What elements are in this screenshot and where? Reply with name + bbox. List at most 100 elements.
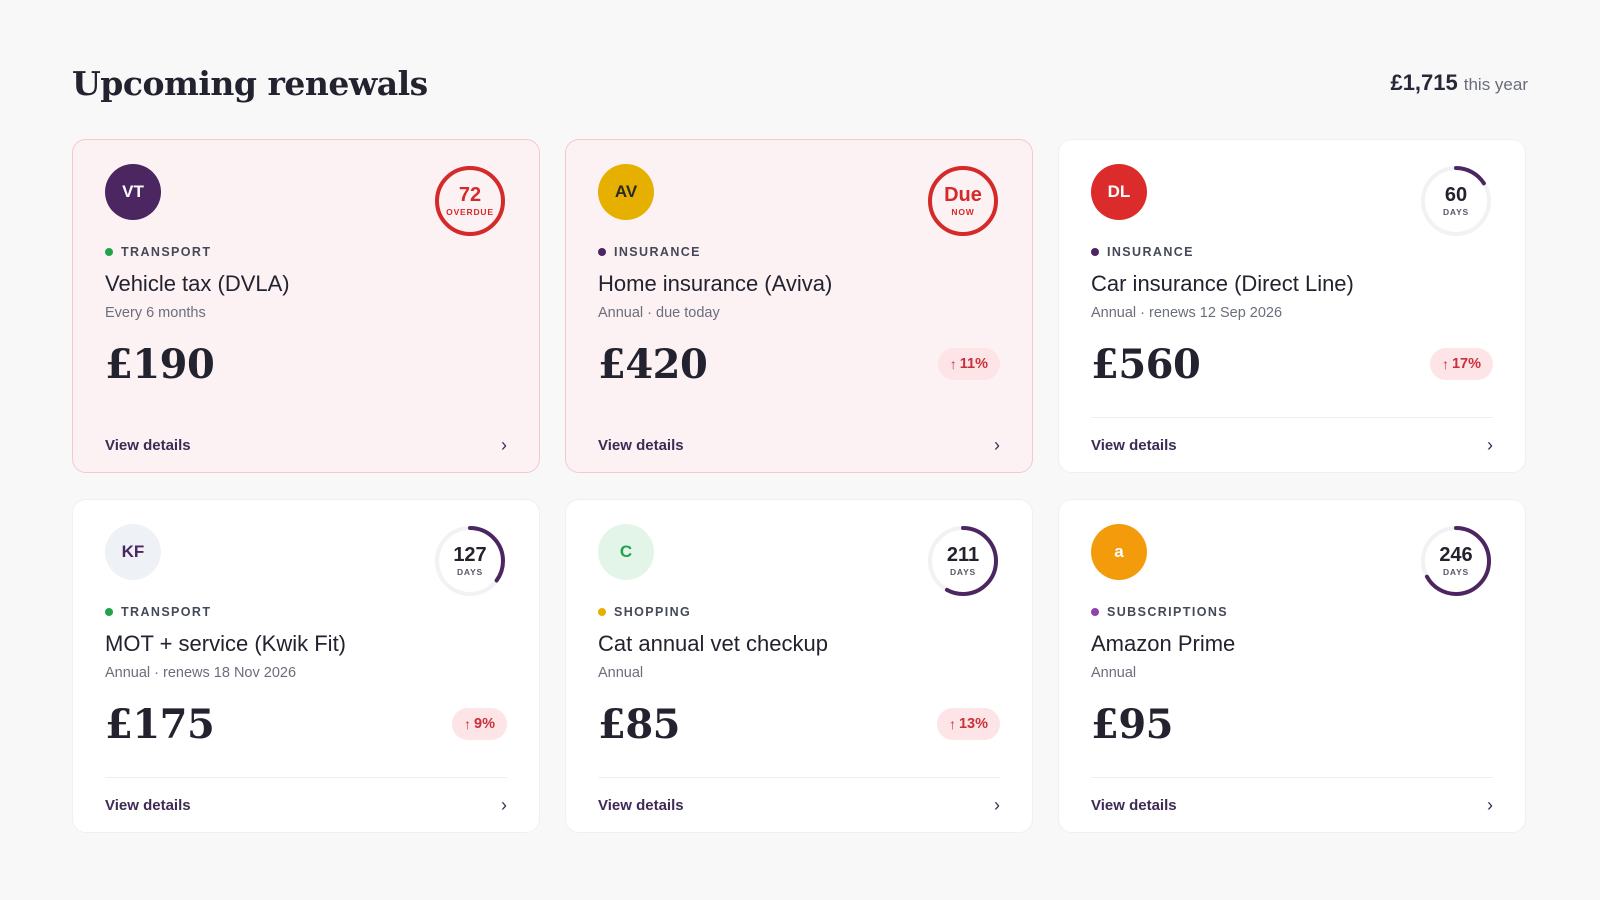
view-details-label: View details	[105, 436, 191, 454]
renewal-card[interactable]: DL 60 DAYS INSURANCE Car insurance (Dire…	[1058, 139, 1526, 473]
days-ring: Due NOW	[926, 164, 1000, 238]
view-details-link[interactable]: View details ›	[1091, 417, 1493, 472]
ring-number: 211	[946, 544, 980, 566]
price-change-badge: ↑ 17%	[1429, 348, 1493, 380]
renewals-page: Upcoming renewals £1,715 this year VT 72…	[0, 0, 1600, 900]
ring-unit: DAYS	[456, 567, 484, 577]
arrow-up-icon: ↑	[1441, 356, 1449, 372]
category-text: SUBSCRIPTIONS	[1107, 605, 1228, 619]
view-details-label: View details	[598, 436, 684, 454]
arrow-up-icon: ↑	[464, 716, 472, 732]
price-change-badge: ↑ 13%	[936, 708, 1000, 740]
renewal-price: £560	[1091, 340, 1201, 388]
avatar: KF	[105, 524, 161, 580]
change-value: 11%	[959, 356, 988, 372]
view-details-link[interactable]: View details ›	[105, 777, 507, 832]
avatar: C	[598, 524, 654, 580]
ring-unit: NOW	[951, 207, 975, 217]
days-ring: 246 DAYS	[1419, 524, 1493, 598]
avatar: DL	[1091, 164, 1147, 220]
renewal-price: £95	[1091, 700, 1174, 748]
ring-number: 127	[453, 544, 487, 566]
view-details-label: View details	[1091, 436, 1177, 454]
ring-unit: DAYS	[949, 567, 977, 577]
ring-unit: DAYS	[1442, 207, 1470, 217]
chevron-right-icon: ›	[1487, 434, 1493, 455]
ring-number: 60	[1444, 184, 1468, 206]
category-text: SHOPPING	[614, 605, 692, 619]
ring-unit: OVERDUE	[446, 207, 494, 217]
renewal-card[interactable]: VT 72 OVERDUE TRANSPORT Vehicle tax (DVL…	[72, 139, 540, 473]
chevron-right-icon: ›	[994, 794, 1000, 815]
category-label: SUBSCRIPTIONS	[1091, 605, 1493, 619]
category-dot	[598, 248, 606, 256]
avatar: a	[1091, 524, 1147, 580]
renewal-name: Car insurance (Direct Line)	[1091, 271, 1354, 296]
days-ring: 127 DAYS	[433, 524, 507, 598]
price-change-badge: ↑ 11%	[937, 348, 1000, 380]
category-text: INSURANCE	[614, 245, 701, 259]
view-details-label: View details	[1091, 796, 1177, 814]
renewal-name: Vehicle tax (DVLA)	[105, 271, 290, 296]
avatar: VT	[105, 164, 161, 220]
category-text: TRANSPORT	[121, 245, 212, 259]
ring-unit: DAYS	[1442, 567, 1470, 577]
chevron-right-icon: ›	[501, 794, 507, 815]
renewal-schedule: Annual	[1091, 665, 1137, 681]
category-label: SHOPPING	[598, 605, 1000, 619]
ring-number: Due	[944, 184, 982, 206]
page-header: Upcoming renewals £1,715 this year	[72, 58, 1528, 108]
view-details-link[interactable]: View details ›	[105, 417, 507, 472]
renewal-price: £175	[105, 700, 215, 748]
arrow-up-icon: ↑	[949, 356, 957, 372]
renewal-name: Home insurance (Aviva)	[598, 271, 833, 296]
category-dot	[1091, 608, 1099, 616]
renewal-card[interactable]: AV Due NOW INSURANCE Home insurance (Avi…	[565, 139, 1033, 473]
yearly-total: £1,715 this year	[1390, 70, 1528, 96]
category-dot	[598, 608, 606, 616]
page-title: Upcoming renewals	[72, 63, 428, 103]
category-label: INSURANCE	[1091, 245, 1493, 259]
ring-number: 72	[458, 184, 482, 206]
view-details-link[interactable]: View details ›	[598, 777, 1000, 832]
view-details-label: View details	[598, 796, 684, 814]
renewal-price: £420	[598, 340, 708, 388]
renewal-card[interactable]: a 246 DAYS SUBSCRIPTIONS Amazon Prime An…	[1058, 499, 1526, 833]
renewal-schedule: Annual · renews 12 Sep 2026	[1091, 305, 1283, 321]
category-dot	[105, 608, 113, 616]
chevron-right-icon: ›	[501, 434, 507, 455]
view-details-link[interactable]: View details ›	[1091, 777, 1493, 832]
chevron-right-icon: ›	[1487, 794, 1493, 815]
price-change-badge: ↑ 9%	[452, 708, 507, 740]
renewal-name: MOT + service (Kwik Fit)	[105, 631, 347, 656]
days-ring: 72 OVERDUE	[433, 164, 507, 238]
renewal-name: Cat annual vet checkup	[598, 631, 828, 656]
view-details-link[interactable]: View details ›	[598, 417, 1000, 472]
renewal-schedule: Annual · renews 18 Nov 2026	[105, 665, 297, 681]
category-label: INSURANCE	[598, 245, 1000, 259]
category-dot	[1091, 248, 1099, 256]
renewal-schedule: Annual · due today	[598, 305, 720, 321]
renewal-price: £190	[105, 340, 215, 388]
chevron-right-icon: ›	[994, 434, 1000, 455]
renewal-name: Amazon Prime	[1091, 631, 1236, 656]
days-ring: 60 DAYS	[1419, 164, 1493, 238]
renewal-card[interactable]: C 211 DAYS SHOPPING Cat annual vet check…	[565, 499, 1033, 833]
total-label: this year	[1463, 75, 1528, 94]
ring-number: 246	[1439, 544, 1473, 566]
change-value: 9%	[474, 716, 495, 732]
arrow-up-icon: ↑	[948, 716, 956, 732]
renewal-card[interactable]: KF 127 DAYS TRANSPORT MOT + service (Kwi…	[72, 499, 540, 833]
days-ring: 211 DAYS	[926, 524, 1000, 598]
total-amount: £1,715	[1390, 70, 1458, 95]
category-dot	[105, 248, 113, 256]
change-value: 17%	[1451, 356, 1481, 372]
renewal-schedule: Every 6 months	[105, 305, 206, 321]
renewal-grid: VT 72 OVERDUE TRANSPORT Vehicle tax (DVL…	[72, 139, 1528, 833]
category-text: INSURANCE	[1107, 245, 1194, 259]
category-label: TRANSPORT	[105, 605, 507, 619]
category-text: TRANSPORT	[121, 605, 212, 619]
category-label: TRANSPORT	[105, 245, 507, 259]
avatar: AV	[598, 164, 654, 220]
view-details-label: View details	[105, 796, 191, 814]
